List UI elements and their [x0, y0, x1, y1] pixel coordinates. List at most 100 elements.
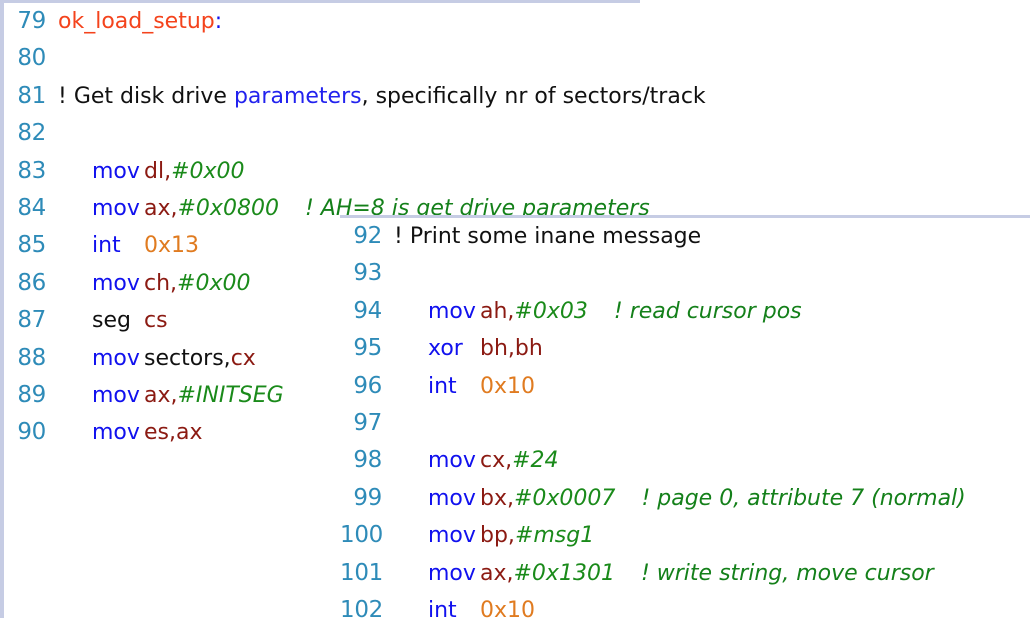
- token-immediate: #INITSEG: [177, 382, 284, 408]
- token-plain: sectors,: [144, 345, 231, 371]
- code-listing-slide: 79 ok_load_setup: 80 81 ! Get disk drive par…: [0, 0, 1030, 623]
- code-text: ok_load_setup:: [58, 3, 222, 40]
- line-number: 88: [17, 344, 46, 371]
- line-number: 83: [17, 157, 46, 184]
- token-plain: , specifically nr of sectors/track: [361, 83, 706, 109]
- token-mnemonic-col: mov: [92, 158, 140, 184]
- line-number: 102: [340, 596, 383, 623]
- token-hex: 0x10: [480, 597, 536, 623]
- token-immediate: #msg1: [514, 523, 595, 549]
- code-line[interactable]: 101 mov ax,#0x1301 ! write string, move cur…: [340, 555, 1030, 592]
- token-register: ch,: [144, 270, 178, 296]
- code-line[interactable]: 95 xor bh,bh: [340, 330, 1030, 367]
- code-line[interactable]: 98 mov cx,#24: [340, 442, 1030, 479]
- line-number: 80: [17, 45, 46, 72]
- token-comment: ! write string, move cursor: [640, 560, 934, 586]
- code-line[interactable]: 96 int 0x10: [340, 368, 1030, 405]
- line-number: 93: [353, 260, 382, 287]
- token-register: ax,: [144, 382, 178, 408]
- code-line[interactable]: 94 mov ah,#0x03 ! read cursor pos: [340, 293, 1030, 330]
- code-line[interactable]: 93: [340, 255, 1030, 292]
- code-line[interactable]: 102 int 0x10: [340, 592, 1030, 629]
- code-line[interactable]: 99 mov bx,#0x0007 ! page 0, attribute 7 (no…: [340, 480, 1030, 517]
- token-mnemonic-col: mov: [92, 345, 140, 371]
- line-number: 94: [353, 297, 382, 324]
- line-number: 86: [17, 269, 46, 296]
- token-immediate: #0x1301: [513, 560, 615, 586]
- line-number: 81: [17, 82, 46, 109]
- line-number: 98: [353, 447, 382, 474]
- line-number: 82: [17, 120, 46, 147]
- code-text: mov dl,#0x00: [92, 153, 245, 190]
- line-number: 101: [340, 559, 383, 586]
- code-text: ! Get disk drive parameters, specificall…: [58, 78, 706, 115]
- token-plain: ! Get disk drive: [58, 83, 234, 109]
- token-punct: :: [214, 9, 223, 34]
- token-register: bh,bh: [480, 336, 543, 362]
- code-text: int 0x10: [428, 368, 535, 405]
- code-line[interactable]: 80: [4, 40, 640, 77]
- token-mnemonic-col: int: [428, 373, 457, 399]
- token-keyword: parameters: [233, 83, 362, 109]
- token-mnemonic-col: xor: [428, 336, 463, 362]
- code-line[interactable]: 83 mov dl,#0x00: [4, 153, 640, 190]
- token-mnemonic-col: mov: [92, 420, 140, 446]
- token-register: ax: [176, 420, 203, 446]
- token-comment: ! read cursor pos: [613, 298, 802, 324]
- line-number: 95: [353, 335, 382, 362]
- token-mnemonic-col: int: [428, 597, 457, 623]
- line-number: 97: [353, 409, 382, 436]
- code-text: mov bp,#msg1: [428, 517, 594, 554]
- token-immediate: #0x00: [171, 158, 245, 184]
- line-number: 79: [17, 8, 46, 34]
- code-line[interactable]: 97: [340, 405, 1030, 442]
- token-register: cs: [144, 308, 168, 334]
- code-text: int 0x13: [92, 227, 199, 264]
- token-mnemonic-col: mov: [92, 195, 140, 221]
- token-immediate: #0x0007: [513, 485, 616, 511]
- code-text: int 0x10: [428, 592, 535, 629]
- code-line[interactable]: 100 mov bp,#msg1: [340, 517, 1030, 554]
- token-register: cx,: [480, 448, 513, 474]
- token-mnemonic-col: mov: [428, 523, 476, 549]
- token-hex: 0x10: [480, 373, 536, 399]
- line-number: 99: [353, 484, 382, 511]
- code-text: seg cs: [92, 302, 168, 339]
- code-line[interactable]: 81 ! Get disk drive parameters, specifica…: [4, 78, 705, 115]
- code-text: mov ax,#INITSEG: [92, 377, 284, 414]
- token-mnemonic-col: int: [92, 233, 121, 259]
- token-mnemonic-col: mov: [428, 560, 476, 586]
- token-register: cx: [230, 345, 256, 371]
- code-line[interactable]: 92 ! Print some inane message: [340, 218, 1030, 255]
- line-number: 89: [17, 381, 46, 408]
- line-number: 96: [353, 372, 382, 399]
- code-text: mov ax,#0x1301 ! write string, move cursor: [428, 555, 934, 592]
- code-line[interactable]: 79 ok_load_setup:: [4, 3, 640, 40]
- token-immediate: #0x03: [514, 298, 588, 324]
- token-register: bp,: [480, 523, 515, 549]
- token-register: ah,: [480, 298, 515, 324]
- token-hex: 0x13: [144, 233, 200, 259]
- token-mnemonic-col: mov: [428, 485, 476, 511]
- line-number: 90: [17, 419, 46, 446]
- token-mnemonic-col: mov: [92, 270, 140, 296]
- token-mnemonic-col: mov: [428, 448, 476, 474]
- token-register: ax,: [480, 560, 514, 586]
- token-immediate: #24: [512, 448, 559, 474]
- token-plain: ! Print some inane message: [394, 224, 702, 249]
- line-number: 100: [340, 522, 383, 549]
- code-text: xor bh,bh: [428, 330, 543, 367]
- token-immediate: #0x0800: [177, 195, 279, 221]
- token-mnemonic-col: mov: [428, 298, 476, 324]
- line-number: 92: [353, 223, 382, 249]
- token-register: es,: [144, 420, 176, 446]
- code-line[interactable]: 82: [4, 115, 640, 152]
- token-plain-col: seg: [92, 308, 131, 334]
- code-panel-right: 92! Print some inane message 93 94 mov ah,#0…: [340, 215, 1030, 623]
- code-text: mov bx,#0x0007 ! page 0, attribute 7 (norm…: [428, 480, 966, 517]
- code-text: mov ah,#0x03 ! read cursor pos: [428, 293, 802, 330]
- code-text: mov cx,#24: [428, 442, 559, 479]
- line-number: 84: [17, 194, 46, 221]
- token-label: ok_load_setup: [58, 9, 215, 34]
- line-number: 85: [17, 232, 46, 259]
